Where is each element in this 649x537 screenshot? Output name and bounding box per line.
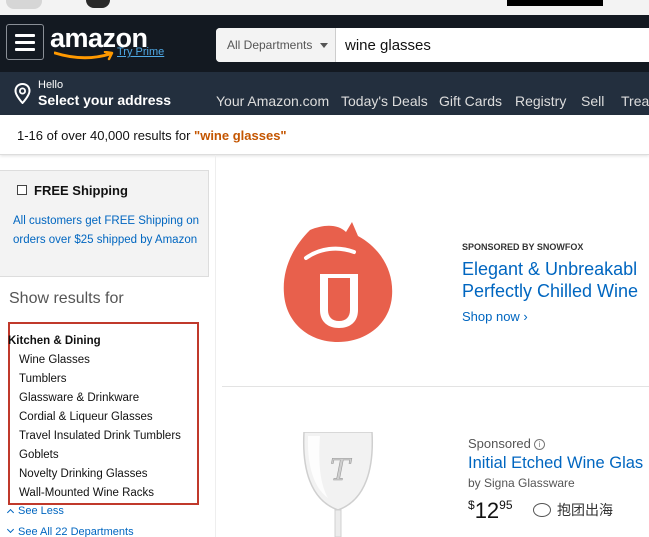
menu-icon <box>15 41 35 44</box>
nav-link-gift-cards[interactable]: Gift Cards <box>439 93 502 109</box>
category-link[interactable]: Travel Insulated Drink Tumblers <box>19 430 181 442</box>
ad-title-line-1: Elegant & Unbreakabl <box>462 259 638 279</box>
category-link[interactable]: Novelty Drinking Glasses <box>19 468 147 480</box>
select-address-text: Select your address <box>38 92 172 108</box>
category-link[interactable]: Goblets <box>19 449 59 461</box>
smile-arrow-icon <box>54 51 114 61</box>
ad-title-link[interactable]: Elegant & Unbreakabl Perfectly Chilled Wi… <box>462 258 649 302</box>
amazon-logo[interactable]: amazon Try Prime <box>50 21 180 65</box>
ad-title-line-2: Perfectly Chilled Wine <box>462 281 639 301</box>
nav-link-todays-deals[interactable]: Today's Deals <box>341 93 428 109</box>
column-divider <box>215 155 216 537</box>
category-header[interactable]: Kitchen & Dining <box>8 335 101 347</box>
results-query: "wine glasses" <box>194 128 287 143</box>
category-link[interactable]: Tumblers <box>19 373 67 385</box>
try-prime-link[interactable]: Try Prime <box>117 46 164 58</box>
search-input[interactable] <box>337 28 649 62</box>
product-brand: by Signa Glassware <box>468 476 575 490</box>
department-select[interactable]: All Departments <box>216 28 336 62</box>
category-link[interactable]: Wine Glasses <box>19 354 90 366</box>
watermark: 抱团出海 <box>533 500 613 520</box>
price-symbol: $ <box>468 498 475 512</box>
chevron-up-icon <box>6 508 15 517</box>
banner-dark-block <box>507 0 603 6</box>
banner-device-image <box>6 0 42 9</box>
chevron-down-icon <box>320 43 328 48</box>
section-divider <box>222 386 649 387</box>
sponsored-label: Sponsored i <box>468 436 545 451</box>
category-link[interactable]: Wall-Mounted Wine Racks <box>19 487 154 499</box>
nav-bar: Hello Select your address Your Amazon.co… <box>0 72 649 115</box>
shop-now-link[interactable]: Shop now › <box>462 309 528 324</box>
menu-button[interactable] <box>6 24 44 60</box>
department-select-label: All Departments <box>227 38 313 52</box>
nav-link-treasure[interactable]: Treas <box>621 93 649 109</box>
search-bar: All Departments <box>216 28 649 62</box>
price-fraction: 95 <box>499 498 513 512</box>
see-all-departments-link[interactable]: See All 22 Departments <box>6 525 134 537</box>
top-banner-strip <box>0 0 649 15</box>
product-title-link[interactable]: Initial Etched Wine Glas <box>468 454 643 473</box>
results-info-bar: 1-16 of over 40,000 results for "wine gl… <box>0 115 649 155</box>
product-price: $1295 <box>468 498 513 524</box>
free-shipping-checkbox[interactable] <box>17 185 27 195</box>
free-shipping-filter: FREE Shipping All customers get FREE Shi… <box>0 170 209 277</box>
watermark-text: 抱团出海 <box>557 502 613 518</box>
snowfox-logo-icon[interactable] <box>280 218 398 344</box>
see-all-label: See All 22 Departments <box>18 526 134 537</box>
nav-link-sell[interactable]: Sell <box>581 93 604 109</box>
results-count: 1-16 of over 40,000 results for "wine gl… <box>17 128 287 143</box>
results-count-text: 1-16 of over 40,000 results for <box>17 128 195 143</box>
ad-sponsor-label: SPONSORED BY SNOWFOX <box>462 242 584 252</box>
address-selector[interactable]: Hello Select your address <box>14 78 194 110</box>
hello-text: Hello <box>38 79 64 91</box>
header: amazon Try Prime All Departments <box>0 15 649 72</box>
menu-icon <box>15 34 35 37</box>
category-link[interactable]: Glassware & Drinkware <box>19 392 139 404</box>
wechat-icon <box>533 503 551 517</box>
location-pin-icon <box>14 83 31 104</box>
chevron-down-icon <box>6 525 15 534</box>
product-image[interactable]: T <box>298 432 378 537</box>
menu-icon <box>15 48 35 51</box>
nav-link-registry[interactable]: Registry <box>515 93 566 109</box>
nav-link-your-amazon[interactable]: Your Amazon.com <box>216 93 329 109</box>
price-whole: 12 <box>474 498 500 523</box>
see-less-link[interactable]: See Less <box>6 505 64 517</box>
etched-letter: T <box>330 453 352 488</box>
info-icon[interactable]: i <box>533 439 545 450</box>
free-shipping-description-link[interactable]: All customers get FREE Shipping on order… <box>13 212 209 250</box>
banner-device-image <box>86 0 110 8</box>
category-link[interactable]: Cordial & Liqueur Glasses <box>19 411 153 423</box>
sponsored-text: Sponsored <box>468 436 531 451</box>
show-results-heading: Show results for <box>9 290 124 307</box>
free-shipping-label[interactable]: FREE Shipping <box>34 183 128 198</box>
see-less-label: See Less <box>18 505 64 517</box>
